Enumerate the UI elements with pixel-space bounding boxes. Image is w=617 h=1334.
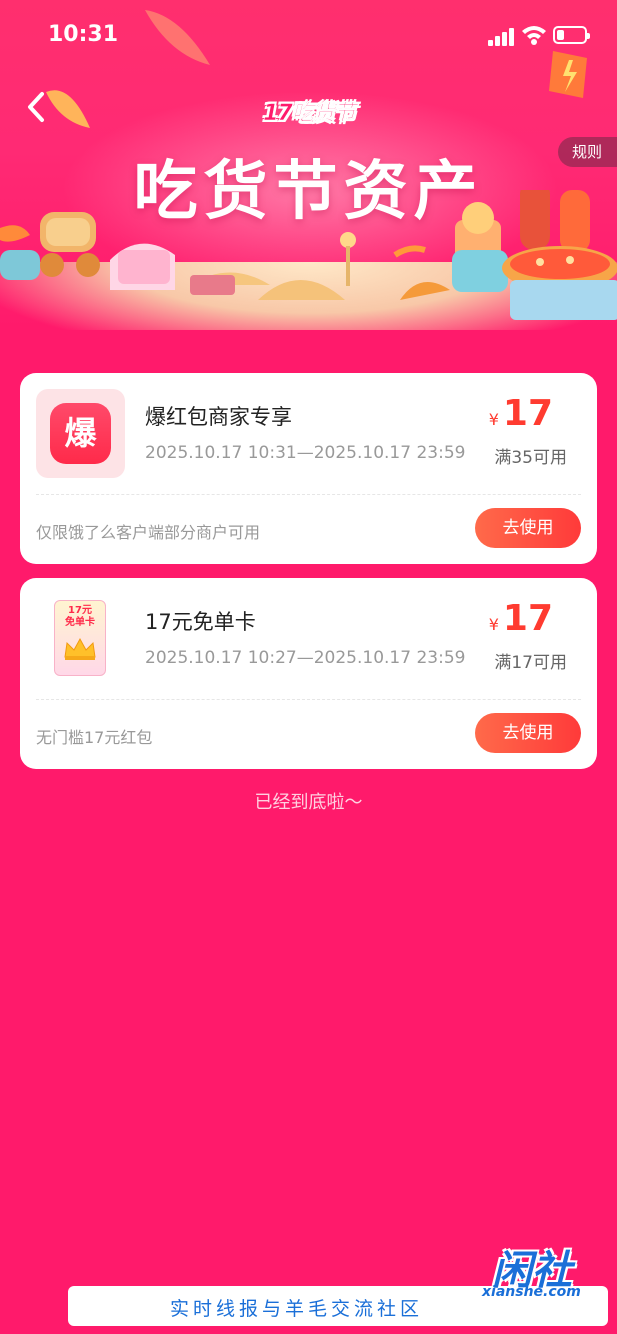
watermark-logo: 闲社 xianshe.com — [482, 1238, 598, 1302]
use-coupon-button[interactable]: 去使用 — [475, 508, 581, 548]
status-time: 10:31 — [48, 22, 119, 47]
festival-logo: 17吃货节 — [263, 101, 356, 127]
coupon-amount: ¥17 — [489, 393, 553, 434]
coupon-condition: 满17可用 — [494, 653, 567, 673]
watermark-domain: xianshe.com — [482, 1284, 581, 1300]
battery-icon — [553, 26, 590, 44]
watermark-slogan: 实时线报与羊毛交流社区 — [170, 1298, 424, 1320]
coupon-card: 17元 免单卡 17元免单卡 2025.10.17 10:27—2025.10.… — [20, 578, 597, 769]
use-coupon-button[interactable]: 去使用 — [475, 713, 581, 753]
currency-symbol: ¥ — [488, 615, 499, 634]
explosive-redpacket-icon: 爆 — [50, 403, 111, 464]
currency-symbol: ¥ — [488, 410, 499, 429]
coupon-amount: ¥17 — [489, 598, 553, 639]
coupon-title: 17元免单卡 — [145, 610, 256, 634]
wifi-icon — [522, 26, 546, 45]
coupon-note: 无门槛17元红包 — [36, 728, 153, 747]
coupon-card: 爆 爆红包商家专享 2025.10.17 10:31—2025.10.17 23… — [20, 373, 597, 564]
coupon-validity: 2025.10.17 10:31—2025.10.17 23:59 — [145, 443, 466, 463]
crown-icon — [64, 637, 96, 660]
amount-value: 17 — [502, 393, 553, 434]
dashed-divider — [36, 494, 581, 495]
cellular-signal-icon — [488, 28, 516, 46]
coupon-icon-frame: 爆 — [36, 389, 125, 478]
page-title: 吃货节资产 — [133, 155, 484, 229]
status-bar: 10:31 — [0, 0, 617, 72]
free-meal-card-icon: 17元 免单卡 — [54, 600, 106, 676]
amount-value: 17 — [502, 598, 553, 639]
back-arrow-icon[interactable] — [22, 90, 52, 124]
coupon-title: 爆红包商家专享 — [145, 405, 292, 429]
coupon-validity: 2025.10.17 10:27—2025.10.17 23:59 — [145, 648, 466, 668]
rules-button[interactable]: 规则 — [558, 137, 617, 167]
dashed-divider — [36, 699, 581, 700]
end-of-list-tip: 已经到底啦～ — [254, 792, 363, 813]
coupon-condition: 满35可用 — [494, 448, 567, 468]
coupon-note: 仅限饿了么客户端部分商户可用 — [36, 523, 261, 542]
free-meal-card-label: 17元 免单卡 — [65, 605, 95, 628]
